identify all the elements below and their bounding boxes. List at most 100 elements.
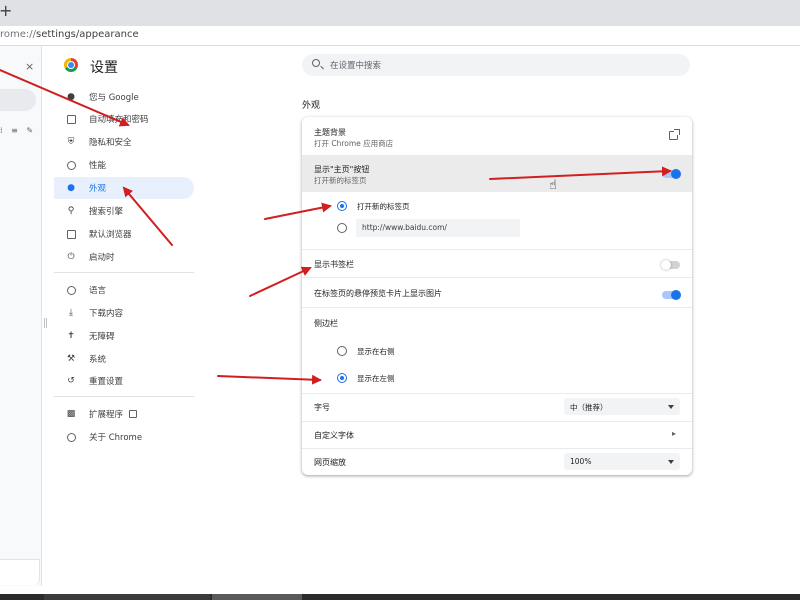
nav-item-downloads[interactable]: ⤓ 下载内容 bbox=[54, 302, 194, 324]
page-zoom-label: 网页缩放 bbox=[314, 458, 346, 467]
radio-side-left-label: 显示在左侧 bbox=[357, 374, 395, 383]
nav-label: 重置设置 bbox=[89, 377, 124, 387]
chevron-right-icon: ▸ bbox=[672, 429, 677, 438]
appearance-card: 主题背景 打开 Chrome 应用商店 显示"主页"按钮 打开新的标签页 打开新… bbox=[302, 117, 692, 475]
search-icon bbox=[312, 59, 320, 67]
divider bbox=[302, 307, 692, 308]
radio-new-tab-label: 打开新的标签页 bbox=[357, 202, 410, 211]
nav-label: 自动填充和密码 bbox=[89, 115, 149, 125]
home-url-input[interactable]: http://www.baidu.com/ bbox=[356, 219, 520, 237]
home-button-sub: 打开新的标签页 bbox=[314, 176, 367, 185]
nav-label: 下载内容 bbox=[89, 309, 124, 319]
custom-fonts-row[interactable]: 自定义字体 ▸ bbox=[302, 422, 692, 448]
radio-side-left[interactable] bbox=[337, 373, 347, 383]
power-icon: ⏻ bbox=[67, 252, 75, 262]
page-zoom-row: 网页缩放 100% bbox=[302, 449, 692, 475]
font-size-label: 字号 bbox=[314, 403, 330, 412]
taskbar-item[interactable] bbox=[212, 594, 302, 600]
hand-cursor-icon: ☝ bbox=[549, 178, 557, 193]
bookmarks-bar-row[interactable]: 显示书签栏 bbox=[302, 250, 692, 276]
theme-sub: 打开 Chrome 应用商店 bbox=[314, 139, 394, 148]
tab-hover-label: 在标签页的悬停预览卡片上显示图片 bbox=[314, 289, 442, 298]
tab-hover-toggle[interactable] bbox=[662, 290, 681, 300]
side-panel: × ⁞ ≡ ✎ bbox=[0, 46, 42, 586]
custom-fonts-label: 自定义字体 bbox=[314, 431, 354, 440]
home-url-value: http://www.baidu.com/ bbox=[362, 223, 447, 232]
radio-custom-url[interactable] bbox=[337, 223, 347, 233]
page-title: 设置 bbox=[90, 60, 118, 76]
nav-label-text: 扩展程序 bbox=[89, 410, 124, 420]
wrench-icon: ⚒ bbox=[66, 354, 76, 364]
nav-item-performance[interactable]: 性能 bbox=[54, 154, 194, 176]
radio-side-right-label: 显示在右侧 bbox=[357, 347, 395, 356]
nav-divider bbox=[54, 396, 194, 397]
palette-icon: ● bbox=[67, 183, 75, 193]
search-input[interactable]: 在设置中搜索 bbox=[302, 54, 690, 76]
font-size-select[interactable]: 中（推荐） bbox=[564, 398, 680, 415]
radio-new-tab[interactable] bbox=[337, 201, 347, 211]
taskbar bbox=[0, 594, 800, 600]
side-panel-selected-item[interactable] bbox=[0, 89, 36, 111]
page-zoom-select[interactable]: 100% bbox=[564, 453, 680, 470]
person-icon: ● bbox=[67, 92, 75, 102]
search-placeholder: 在设置中搜索 bbox=[330, 61, 382, 71]
home-button-toggle[interactable] bbox=[662, 169, 681, 179]
nav-label: 扩展程序 bbox=[89, 408, 138, 420]
puzzle-icon: ▩ bbox=[66, 409, 76, 419]
side-panel-footer bbox=[0, 559, 40, 585]
bookmarks-bar-toggle[interactable] bbox=[661, 260, 680, 270]
nav-item-autofill[interactable]: 自动填充和密码 bbox=[54, 108, 194, 130]
radio-side-right[interactable] bbox=[337, 346, 347, 356]
side-panel-tools[interactable]: ⁞ ≡ ✎ bbox=[0, 126, 36, 135]
side-panel-label: 侧边栏 bbox=[314, 319, 338, 328]
nav-label: 语言 bbox=[89, 286, 107, 296]
nav-item-accessibility[interactable]: ✝ 无障碍 bbox=[54, 325, 194, 347]
new-tab-button[interactable]: + bbox=[0, 1, 12, 20]
nav-label: 隐私和安全 bbox=[89, 138, 132, 148]
nav-divider bbox=[54, 272, 194, 273]
browser-icon bbox=[66, 229, 76, 239]
theme-row[interactable]: 主题背景 打开 Chrome 应用商店 bbox=[302, 117, 692, 155]
chevron-down-icon bbox=[668, 460, 674, 464]
nav-item-search-engine[interactable]: ⚲ 搜索引擎 bbox=[54, 200, 194, 222]
url-text[interactable]: rome://settings/appearance bbox=[0, 29, 139, 40]
speedometer-icon bbox=[66, 160, 76, 170]
close-icon[interactable]: × bbox=[25, 60, 34, 73]
reset-icon: ↺ bbox=[67, 376, 75, 386]
nav-item-on-startup[interactable]: ⏻ 启动时 bbox=[54, 246, 194, 268]
chevron-down-icon bbox=[668, 405, 674, 409]
nav-item-reset[interactable]: ↺ 重置设置 bbox=[54, 370, 194, 392]
nav-item-default-browser[interactable]: 默认浏览器 bbox=[54, 223, 194, 245]
url-path: settings/appearance bbox=[36, 29, 139, 40]
nav-label: 关于 Chrome bbox=[89, 433, 143, 443]
nav-label: 性能 bbox=[89, 161, 107, 171]
shield-icon: ⛨ bbox=[67, 137, 75, 147]
chrome-icon bbox=[66, 432, 76, 442]
nav-label: 无障碍 bbox=[89, 332, 115, 342]
nav-item-system[interactable]: ⚒ 系统 bbox=[54, 348, 194, 370]
bookmarks-bar-label: 显示书签栏 bbox=[314, 260, 354, 269]
nav-label: 您与 Google bbox=[89, 93, 139, 103]
nav-item-you-and-google[interactable]: ● 您与 Google bbox=[54, 86, 194, 108]
annotation-arrow bbox=[249, 266, 312, 297]
theme-label: 主题背景 bbox=[314, 128, 346, 137]
address-bar[interactable]: rome://settings/appearance bbox=[0, 26, 800, 46]
taskbar-item[interactable] bbox=[44, 594, 210, 600]
resize-handle[interactable] bbox=[44, 318, 47, 328]
open-in-new-icon bbox=[129, 410, 138, 418]
nav-label: 搜索引擎 bbox=[89, 207, 124, 217]
nav-item-about-chrome[interactable]: 关于 Chrome bbox=[54, 426, 194, 448]
home-button-row[interactable]: 显示"主页"按钮 打开新的标签页 bbox=[302, 156, 692, 192]
nav-item-extensions[interactable]: ▩ 扩展程序 bbox=[54, 403, 194, 425]
home-button-label: 显示"主页"按钮 bbox=[314, 165, 370, 174]
nav-item-privacy[interactable]: ⛨ 隐私和安全 bbox=[54, 131, 194, 153]
page-zoom-value: 100% bbox=[570, 457, 592, 466]
search-icon: ⚲ bbox=[67, 206, 75, 216]
nav-item-appearance[interactable]: ● 外观 bbox=[54, 177, 194, 199]
font-size-row: 字号 中（推荐） bbox=[302, 394, 692, 420]
nav-item-languages[interactable]: 语言 bbox=[54, 279, 194, 301]
nav-label: 默认浏览器 bbox=[89, 230, 132, 240]
open-in-new-icon[interactable] bbox=[669, 129, 680, 140]
nav-label: 外观 bbox=[89, 184, 107, 194]
tab-hover-row[interactable]: 在标签页的悬停预览卡片上显示图片 bbox=[302, 278, 692, 304]
